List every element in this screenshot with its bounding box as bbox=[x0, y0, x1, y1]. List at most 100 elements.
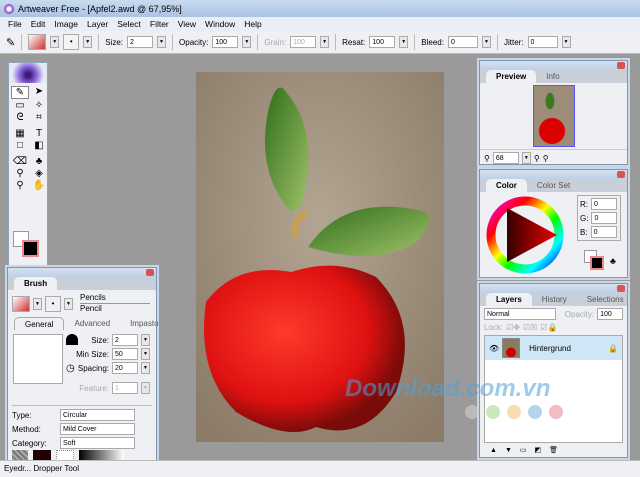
brush-category[interactable]: Pencils bbox=[80, 293, 150, 304]
eyedropper-icon[interactable]: ⚲ bbox=[11, 168, 29, 179]
layer-opacity-input[interactable]: 100 bbox=[597, 308, 623, 320]
close-icon[interactable] bbox=[617, 62, 625, 69]
brush-icon[interactable]: ✎ bbox=[11, 86, 29, 99]
close-icon[interactable] bbox=[146, 269, 154, 276]
category-select[interactable]: Soft bbox=[60, 437, 135, 449]
gradient-icon[interactable]: ◧ bbox=[30, 140, 48, 151]
timer-icon[interactable]: ◷ bbox=[66, 363, 75, 374]
bleed-dropdown[interactable]: ▼ bbox=[481, 36, 491, 48]
hand-icon[interactable]: ✋ bbox=[30, 180, 48, 191]
lasso-icon[interactable]: ᘓ bbox=[11, 112, 29, 123]
size-dropdown[interactable]: ▼ bbox=[157, 36, 167, 48]
size-dropdown[interactable]: ▼ bbox=[141, 334, 150, 346]
resat-input[interactable]: 100 bbox=[369, 36, 396, 48]
tab-advanced[interactable]: Advanced bbox=[64, 317, 120, 330]
jitter-dropdown[interactable]: ▼ bbox=[561, 36, 571, 48]
menu-edit[interactable]: Edit bbox=[31, 19, 46, 29]
zoom-icon[interactable]: ⚲ bbox=[11, 180, 29, 191]
menu-view[interactable]: View bbox=[178, 19, 196, 29]
opacity-dropdown[interactable]: ▼ bbox=[242, 36, 252, 48]
type-select[interactable]: Circular bbox=[60, 409, 135, 421]
zoom-input[interactable]: 68 bbox=[492, 152, 519, 164]
rect-select-icon[interactable]: ▭ bbox=[11, 100, 29, 111]
menu-layer[interactable]: Layer bbox=[87, 19, 108, 29]
zoom-dropdown[interactable]: ▼ bbox=[521, 152, 531, 164]
zoom-out-icon[interactable]: ⚲ bbox=[484, 154, 490, 163]
brush-tool-icon[interactable]: ✎ bbox=[6, 36, 15, 49]
g-input[interactable]: 0 bbox=[591, 212, 618, 224]
size-input[interactable]: 2 bbox=[112, 334, 138, 346]
menu-filter[interactable]: Filter bbox=[150, 19, 169, 29]
new-folder-icon[interactable]: ▭ bbox=[520, 446, 527, 454]
resat-dropdown[interactable]: ▼ bbox=[399, 36, 409, 48]
tip-dropdown[interactable]: ▼ bbox=[64, 297, 73, 310]
magic-wand-icon[interactable]: ✧ bbox=[30, 100, 48, 111]
min-size-input[interactable]: 50 bbox=[112, 348, 138, 360]
menu-file[interactable]: File bbox=[8, 19, 22, 29]
text-icon[interactable]: T bbox=[30, 128, 48, 139]
web-colors-icon[interactable]: ♣ bbox=[610, 256, 616, 266]
close-icon[interactable] bbox=[617, 171, 625, 178]
menu-image[interactable]: Image bbox=[54, 19, 78, 29]
zoom-fit-icon[interactable]: ⚲ bbox=[543, 154, 549, 163]
brush-tip-dropdown[interactable]: ▼ bbox=[83, 36, 93, 48]
move-icon[interactable]: ➤ bbox=[30, 86, 48, 99]
brush-variant[interactable]: Pencil bbox=[80, 304, 150, 314]
preset-dropdown[interactable]: ▼ bbox=[33, 297, 42, 310]
navigator-thumbnail[interactable] bbox=[532, 85, 575, 147]
menu-window[interactable]: Window bbox=[205, 19, 235, 29]
tab-color[interactable]: Color bbox=[486, 179, 527, 192]
close-icon[interactable] bbox=[617, 285, 625, 292]
min-size-dropdown[interactable]: ▼ bbox=[141, 348, 150, 360]
lock-transparency-icon[interactable]: ☑☒ bbox=[523, 323, 537, 332]
color-wheel[interactable] bbox=[485, 195, 565, 275]
stamp-icon[interactable]: ▦ bbox=[11, 128, 29, 139]
pressure-curve-icon[interactable] bbox=[66, 334, 78, 345]
move-up-icon[interactable]: ▲ bbox=[490, 447, 497, 454]
visibility-eye-icon[interactable]: 👁 bbox=[489, 344, 499, 353]
secondary-color-swatch[interactable] bbox=[22, 240, 39, 257]
move-down-icon[interactable]: ▼ bbox=[505, 447, 512, 454]
blend-mode-select[interactable]: Normal bbox=[484, 308, 556, 320]
clone-icon[interactable]: ♣ bbox=[30, 156, 48, 167]
jitter-input[interactable]: 0 bbox=[527, 36, 558, 48]
eraser-icon[interactable]: ⌫ bbox=[11, 156, 29, 167]
delete-layer-icon[interactable]: 🗑 bbox=[549, 446, 558, 454]
brush-tip-picker[interactable]: • bbox=[45, 295, 61, 312]
lock-all-icon[interactable]: ☑🔒 bbox=[540, 323, 557, 332]
r-input[interactable]: 0 bbox=[591, 198, 617, 210]
lock-move-icon[interactable]: ☑✥ bbox=[506, 323, 520, 332]
spacing-dropdown[interactable]: ▼ bbox=[141, 362, 150, 374]
brush-preset-picker[interactable] bbox=[28, 34, 47, 50]
crop-icon[interactable]: ⌗ bbox=[30, 112, 48, 123]
new-layer-icon[interactable]: ◩ bbox=[535, 446, 542, 454]
feature-input[interactable]: 1 bbox=[112, 382, 138, 394]
tab-impasto[interactable]: Impasto bbox=[120, 317, 168, 330]
fill-bucket-icon[interactable]: ◈ bbox=[30, 168, 48, 179]
tab-color-set[interactable]: Color Set bbox=[527, 179, 580, 192]
brush-preset-dropdown[interactable]: ▼ bbox=[50, 36, 60, 48]
brush-preset-picker[interactable] bbox=[12, 295, 30, 312]
size-input[interactable]: 2 bbox=[127, 36, 154, 48]
b-input[interactable]: 0 bbox=[590, 226, 617, 238]
rectangle-icon[interactable]: □ bbox=[11, 140, 29, 151]
grain-dropdown[interactable]: ▼ bbox=[320, 36, 330, 48]
tab-brush[interactable]: Brush bbox=[14, 277, 58, 290]
menu-select[interactable]: Select bbox=[117, 19, 141, 29]
menu-help[interactable]: Help bbox=[244, 19, 261, 29]
spacing-input[interactable]: 20 bbox=[112, 362, 138, 374]
tab-history[interactable]: History bbox=[532, 293, 577, 306]
tab-general[interactable]: General bbox=[14, 317, 65, 330]
opacity-input[interactable]: 100 bbox=[212, 36, 239, 48]
tab-selections[interactable]: Selections bbox=[577, 293, 634, 306]
tab-info[interactable]: Info bbox=[536, 70, 569, 83]
tab-preview[interactable]: Preview bbox=[486, 70, 537, 83]
feature-dropdown[interactable]: ▼ bbox=[141, 382, 150, 394]
tab-layers[interactable]: Layers bbox=[486, 293, 532, 306]
grain-input[interactable]: 100 bbox=[290, 36, 317, 48]
brush-tip-picker[interactable]: • bbox=[63, 34, 80, 50]
layer-row[interactable]: 👁 Hintergrund 🔒 bbox=[485, 336, 622, 360]
secondary-color-swatch[interactable] bbox=[590, 256, 604, 270]
bleed-input[interactable]: 0 bbox=[447, 36, 478, 48]
zoom-in-icon[interactable]: ⚲ bbox=[534, 154, 540, 163]
